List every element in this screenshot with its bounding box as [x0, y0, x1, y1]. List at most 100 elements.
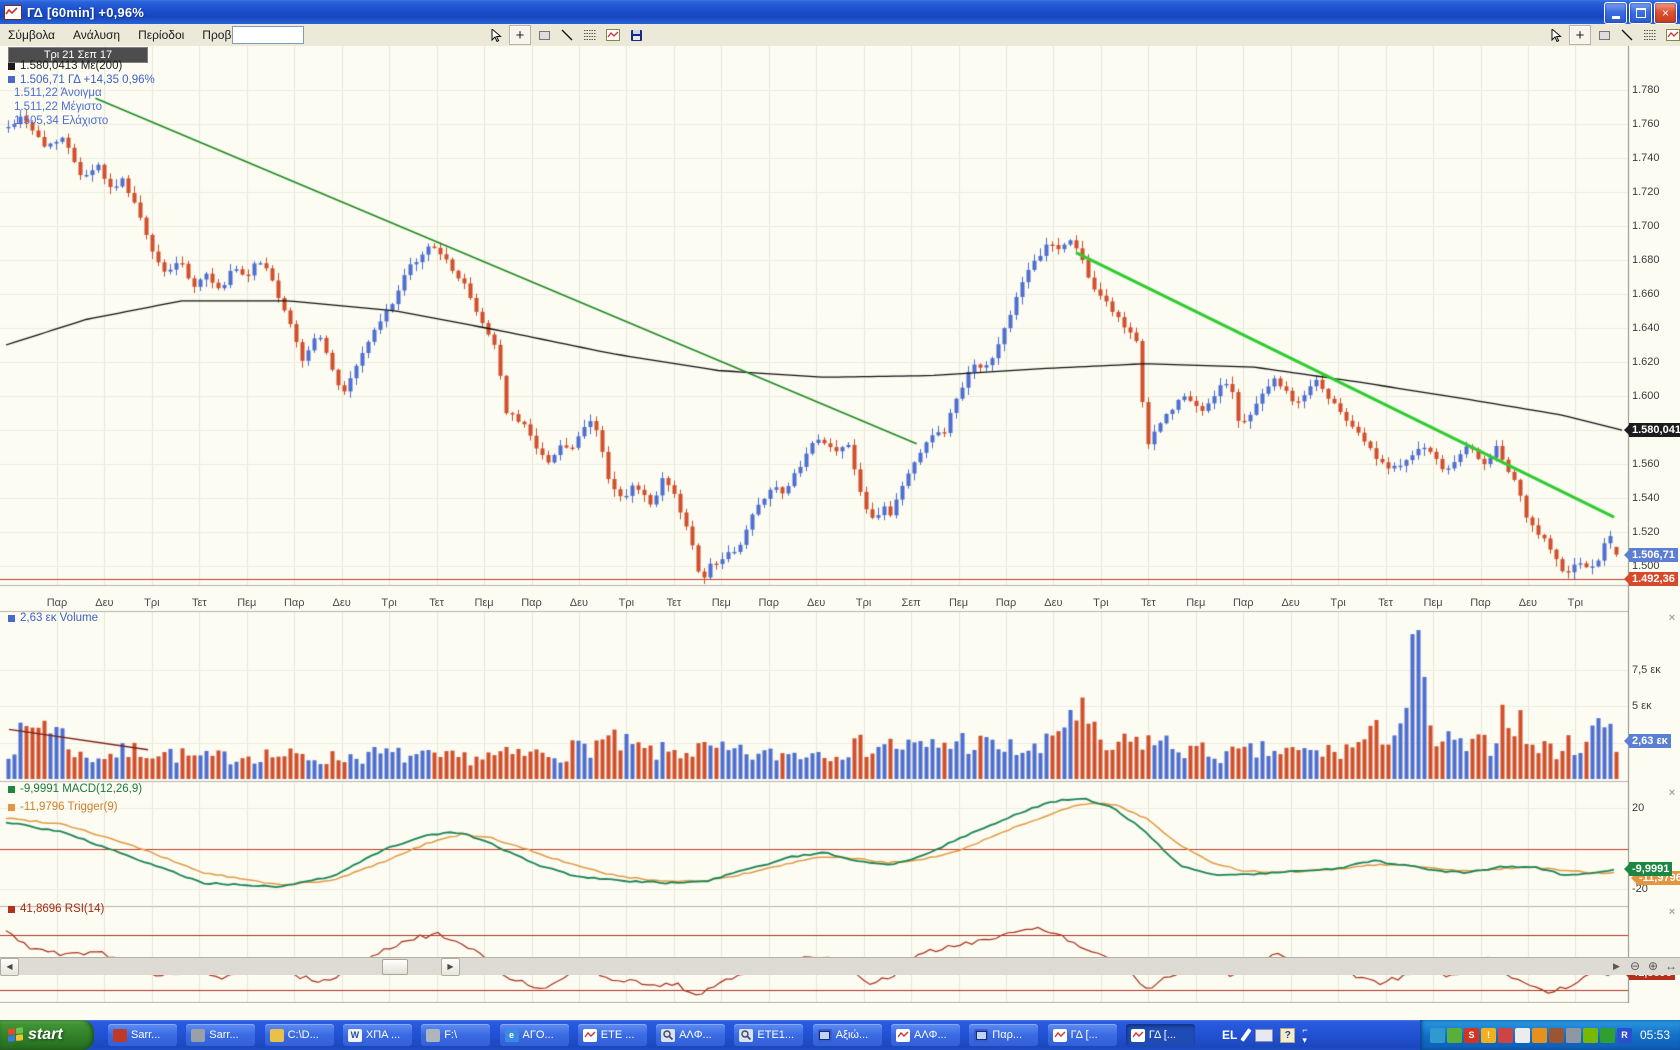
crosshair-tool-icon[interactable]: + — [509, 25, 531, 45]
grid-tool-icon[interactable] — [1640, 26, 1660, 44]
menu-analysis[interactable]: Ανάλυση — [65, 25, 128, 45]
price-chart-canvas[interactable] — [0, 46, 1680, 1003]
tray-speaker-gray-icon[interactable] — [1566, 1028, 1581, 1043]
taskbar-button-9[interactable]: ΕΤΕ1... — [734, 1024, 803, 1046]
taskbar-button-11[interactable]: ΑΛΦ... — [891, 1024, 960, 1046]
symbol-input[interactable] — [232, 26, 304, 44]
zoom-in-icon[interactable]: ⊕ — [1648, 959, 1658, 973]
chart-app-icon — [4, 5, 22, 20]
taskbar-button-5[interactable]: F:\ — [421, 1024, 490, 1046]
date-axis-tick: Παρ — [989, 597, 1023, 609]
chart-icon — [896, 1029, 910, 1042]
scroll-left-arrow[interactable]: ◀ — [0, 958, 19, 976]
help-icon[interactable]: ? — [1280, 1028, 1295, 1043]
start-button[interactable]: start — [0, 1020, 94, 1050]
date-axis-tick: Πεμ — [1179, 597, 1213, 609]
keyboard-icon[interactable] — [1255, 1029, 1273, 1042]
price-axis-tick: 1.660 — [1632, 288, 1660, 300]
language-indicator[interactable]: EL — [1222, 1028, 1237, 1042]
tray-network-blue-icon[interactable]: R — [1617, 1028, 1632, 1043]
taskbar-button-label: ΕΤΕ ... — [601, 1029, 635, 1041]
save-tool-icon[interactable] — [626, 26, 646, 44]
tray-alert-orange-icon[interactable] — [1532, 1028, 1547, 1043]
minimize-button[interactable] — [1604, 2, 1627, 24]
panel-close-icon[interactable]: × — [1666, 906, 1678, 918]
scroll-right-arrow[interactable]: ▶ — [441, 958, 460, 976]
taskbar-button-10[interactable]: Αξιώ... — [813, 1024, 882, 1046]
taskbar-button-label: C:\D... — [288, 1029, 319, 1041]
date-axis-tick: Τρι — [135, 597, 169, 609]
price-axis-tick: 1.500 — [1632, 560, 1660, 572]
taskbar-button-13[interactable]: ΓΔ [... — [1048, 1024, 1117, 1046]
taskbar-button-1[interactable]: Sarr... — [108, 1024, 177, 1046]
taskbar-button-2[interactable]: Sarr... — [186, 1024, 255, 1046]
panel-close-icon[interactable]: × — [1666, 612, 1678, 624]
legend-swatch — [8, 804, 15, 811]
drive-icon — [426, 1029, 440, 1042]
tray-heart-red-icon[interactable] — [1498, 1028, 1513, 1043]
date-axis-tick: Παρ — [40, 597, 74, 609]
scroll-thumb[interactable] — [382, 959, 408, 975]
date-axis-tick: Τρι — [372, 597, 406, 609]
taskbar-button-label: Αξιώ... — [836, 1029, 868, 1041]
tray-shield-blue-icon[interactable] — [1430, 1028, 1445, 1043]
taskbar-button-8[interactable]: ΑΛΦ... — [656, 1024, 725, 1046]
start-label: start — [28, 1026, 63, 1044]
taskbar-clock: 05:53 — [1640, 1028, 1670, 1042]
taskbar-button-14[interactable]: ΓΔ [... — [1126, 1024, 1195, 1046]
pointer-tool-icon[interactable] — [1546, 26, 1566, 44]
restore-button[interactable] — [1629, 2, 1652, 24]
taskbar-button-4[interactable]: WΧΠΑ ... — [343, 1024, 412, 1046]
tray-circle-green-icon[interactable] — [1600, 1028, 1615, 1043]
date-axis-tick: Πεμ — [230, 597, 264, 609]
globe-gray-icon — [191, 1029, 205, 1042]
close-button[interactable]: × — [1654, 2, 1677, 24]
panel-close-icon[interactable]: × — [1666, 787, 1678, 799]
chart-area: Τρι 21 Σεπ 17 1.580,0413 Με(200)1.506,71… — [0, 46, 1680, 1003]
app-red-icon — [113, 1029, 127, 1042]
chart-step-icon[interactable]: ▶ — [1613, 961, 1620, 972]
menu-symbols[interactable]: Σύμβολα — [0, 25, 63, 45]
line-tool-icon[interactable] — [557, 26, 577, 44]
fit-width-icon[interactable]: ↔ — [1665, 959, 1677, 973]
date-axis-tick: Δευ — [1036, 597, 1070, 609]
box-tool-icon[interactable] — [1594, 26, 1614, 44]
magnifier-icon — [739, 1029, 753, 1042]
language-options-icon[interactable]: ⌐▾ — [1302, 1025, 1307, 1046]
taskbar-button-6[interactable]: eΑΓΟ... — [500, 1024, 569, 1046]
taskbar-button-7[interactable]: ΕΤΕ ... — [578, 1024, 647, 1046]
date-axis-tick: Τετ — [1369, 597, 1403, 609]
zoom-out-icon[interactable]: ⊖ — [1630, 959, 1640, 973]
date-axis-tick: Τετ — [657, 597, 691, 609]
price-axis-tick: 1.620 — [1632, 356, 1660, 368]
tray-antivirus-red-icon[interactable]: S — [1464, 1028, 1479, 1043]
pen-icon[interactable] — [1241, 1028, 1252, 1042]
price-axis-tick: 1.640 — [1632, 322, 1660, 334]
taskbar-button-12[interactable]: Παρ... — [969, 1024, 1038, 1046]
menu-periods[interactable]: Περίοδοι — [130, 25, 192, 45]
language-bar: EL ? ⌐▾ — [1222, 1020, 1308, 1050]
pointer-tool-icon[interactable] — [486, 26, 506, 44]
price-axis-tick: 1.760 — [1632, 118, 1660, 130]
date-axis-tick: Πεμ — [467, 597, 501, 609]
tray-shield-yellow-icon[interactable]: ! — [1481, 1028, 1496, 1043]
tray-ball-green-icon[interactable] — [1447, 1028, 1462, 1043]
tray-nvidia-green-icon[interactable] — [1583, 1028, 1598, 1043]
line-tool-icon[interactable] — [1617, 26, 1637, 44]
chart-tool-icon[interactable] — [1663, 26, 1680, 44]
ma200-value-label: 1.580,041 — [1629, 423, 1680, 437]
chart-icon — [1053, 1029, 1067, 1042]
tray-faces-brown-icon[interactable] — [1549, 1028, 1564, 1043]
grid-tool-icon[interactable] — [580, 26, 600, 44]
application-window: ΓΔ [60min] +0,96% × Σύμβολα Ανάλυση Περί… — [0, 0, 1680, 1050]
chart-tool-icon[interactable] — [603, 26, 623, 44]
legend-row-1: 1.506,71 ΓΔ +14,35 0,96% — [8, 74, 155, 86]
crosshair-tool-icon[interactable]: + — [1569, 25, 1591, 45]
price-axis-tick: 1.540 — [1632, 492, 1660, 504]
legend-text: 1.505,34 Ελάχιστο — [14, 115, 108, 127]
taskbar-button-3[interactable]: C:\D... — [265, 1024, 334, 1046]
tray-doc-white-icon[interactable] — [1515, 1028, 1530, 1043]
legend-text: 1.511,22 Άνοιγμα — [14, 87, 102, 99]
box-tool-icon[interactable] — [534, 26, 554, 44]
legend-row-0: 1.580,0413 Με(200) — [8, 60, 122, 72]
